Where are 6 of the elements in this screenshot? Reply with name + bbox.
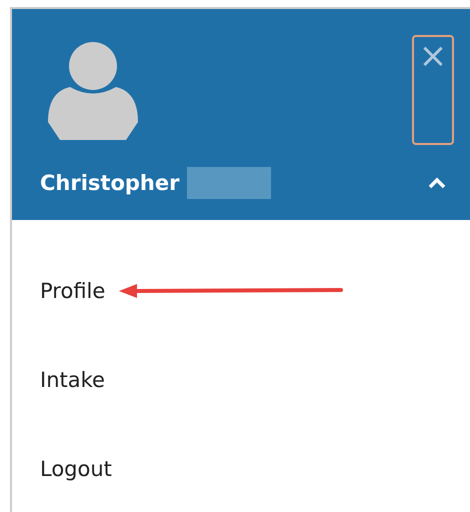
menu-item[interactable]: Intake <box>40 368 105 392</box>
menu-item[interactable]: Profile <box>40 278 106 302</box>
chevron-up-icon[interactable] <box>428 177 446 189</box>
user-name: Christopher <box>40 171 180 195</box>
menu-item[interactable]: Logout <box>40 456 112 480</box>
user-avatar-icon <box>48 42 138 140</box>
